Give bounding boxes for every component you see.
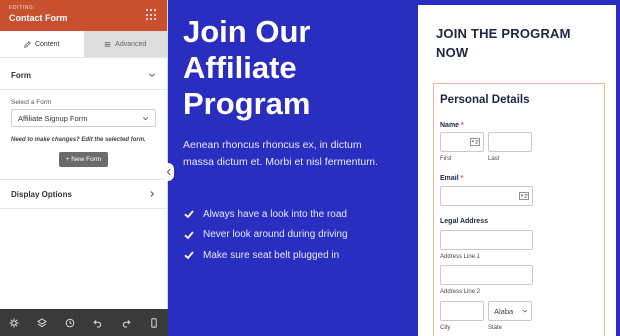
first-name-input[interactable] — [440, 132, 484, 152]
list-item: Always have a look into the road — [183, 204, 348, 225]
display-options-toggle[interactable]: Display Options — [0, 180, 167, 208]
state-select[interactable]: Alaba — [488, 301, 532, 321]
form-section-toggle[interactable]: Form — [0, 61, 167, 89]
editing-label: EDITING: — [9, 5, 36, 11]
tab-content-label: Content — [34, 40, 60, 48]
chevron-down-icon — [149, 73, 155, 78]
display-options-heading: Display Options — [11, 189, 72, 199]
redo-icon[interactable] — [121, 318, 131, 328]
form-section-heading: Form — [11, 70, 31, 80]
city-sublabel: City — [440, 325, 451, 331]
last-sublabel: Last — [488, 156, 500, 162]
new-form-button[interactable]: + New Form — [58, 152, 109, 167]
city-input[interactable] — [440, 301, 484, 321]
name-label: Name * — [440, 122, 464, 129]
required-marker: * — [461, 122, 464, 129]
address-line-2-input[interactable] — [440, 265, 533, 285]
sliders-icon — [104, 41, 111, 47]
divider — [0, 89, 167, 90]
legal-address-label: Legal Address — [440, 218, 488, 225]
editor-sidebar: EDITING: Contact Form Content Advanced F… — [0, 0, 168, 336]
state-sublabel: State — [488, 325, 503, 331]
bullet-text: Never look around during driving — [203, 229, 348, 241]
pencil-icon — [24, 40, 31, 48]
email-label: Email * — [440, 175, 463, 182]
chevron-right-icon — [150, 191, 155, 197]
state-select-value: Alaba — [494, 306, 514, 316]
address-line-2-sublabel: Address Line 2 — [440, 289, 481, 295]
bullet-text: Always have a look into the road — [203, 208, 347, 220]
list-item: Make sure seat belt plugged in — [183, 245, 348, 266]
bullet-text: Make sure seat belt plugged in — [203, 249, 340, 261]
first-sublabel: First — [440, 156, 452, 162]
history-icon[interactable] — [65, 318, 75, 328]
editor-header: EDITING: Contact Form — [0, 0, 167, 31]
required-marker: * — [460, 175, 464, 182]
editor-title: Contact Form — [9, 13, 68, 23]
edit-form-note: Need to make changes? Edit the selected … — [11, 137, 146, 143]
personal-details-heading: Personal Details — [440, 94, 530, 106]
mobile-preview-icon[interactable] — [149, 317, 159, 328]
hero-bullet-list: Always have a look into the road Never l… — [183, 204, 348, 266]
gear-icon[interactable] — [9, 318, 19, 328]
tab-advanced-label: Advanced — [115, 40, 147, 48]
layers-icon[interactable] — [37, 317, 47, 328]
contact-card-icon — [470, 138, 480, 146]
hero-section: Join Our Affiliate Program Aenean rhoncu… — [168, 0, 408, 336]
tab-content[interactable]: Content — [0, 31, 84, 57]
chevron-down-icon — [143, 116, 148, 120]
form-select-value: Affiliate Signup Form — [18, 113, 88, 123]
last-name-input[interactable] — [488, 132, 532, 152]
drag-handle-icon[interactable] — [146, 9, 158, 21]
checkmark-icon — [184, 251, 194, 260]
signup-form-card: JOIN THE PROGRAM NOW Personal Details Na… — [418, 5, 616, 336]
list-item: Never look around during driving — [183, 225, 348, 246]
address-line-1-input[interactable] — [440, 230, 533, 250]
checkmark-icon — [184, 231, 194, 240]
address-line-1-sublabel: Address Line 1 — [440, 254, 481, 260]
form-title: JOIN THE PROGRAM NOW — [436, 26, 571, 60]
hero-title: Join Our Affiliate Program — [183, 14, 311, 121]
chevron-down-icon — [522, 309, 528, 313]
tab-advanced[interactable]: Advanced — [83, 31, 167, 57]
name-label-text: Name — [440, 122, 460, 129]
undo-icon[interactable] — [93, 318, 103, 328]
form-select[interactable]: Affiliate Signup Form — [11, 109, 156, 127]
personal-details-fieldset: Personal Details Name * First Last Email… — [433, 83, 605, 336]
hero-description: Aenean rhoncus rhoncus ex, in dictum mas… — [183, 139, 378, 168]
editor-footer-toolbar — [0, 309, 168, 336]
checkmark-icon — [184, 210, 194, 219]
contact-card-icon — [519, 192, 529, 200]
email-label-text: Email — [440, 175, 459, 182]
editor-tabs: Content Advanced — [0, 31, 167, 58]
select-form-label: Select a Form — [11, 99, 52, 106]
email-input[interactable] — [440, 186, 533, 206]
